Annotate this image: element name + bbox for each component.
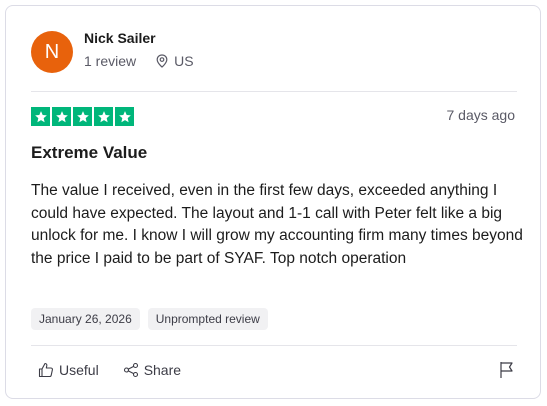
useful-button[interactable]: Useful [38, 362, 99, 378]
star-icon [31, 107, 50, 126]
divider [31, 91, 517, 92]
review-title[interactable]: Extreme Value [31, 143, 147, 163]
share-icon [123, 362, 138, 378]
review-relative-date: 7 days ago [446, 107, 516, 123]
unprompted-review-badge[interactable]: Unprompted review [147, 308, 268, 330]
review-body: The value I received, even in the first … [31, 182, 523, 267]
thumbs-up-icon [38, 362, 53, 378]
flag-icon [500, 362, 513, 378]
divider [31, 345, 517, 346]
avatar-initial: N [44, 40, 60, 63]
review-actions: Useful Share [38, 362, 181, 378]
review-count: 1 review [84, 53, 137, 69]
reviewer-name[interactable]: Nick Sailer [84, 30, 156, 46]
report-button[interactable] [499, 361, 515, 384]
reviewer-location: US [156, 53, 194, 69]
location-pin-icon [156, 54, 168, 68]
share-label: Share [143, 362, 182, 378]
star-icon [73, 107, 92, 126]
review-card: N Nick Sailer 1 review US 7 days ago Ext… [5, 5, 541, 399]
useful-label: Useful [59, 362, 99, 378]
date-of-experience-badge: January 26, 2026 [31, 308, 140, 330]
star-rating [31, 107, 134, 126]
share-button[interactable]: Share [123, 362, 181, 378]
avatar[interactable]: N [31, 31, 73, 73]
star-icon [94, 107, 113, 126]
star-icon [52, 107, 71, 126]
star-icon [115, 107, 134, 126]
reviewer-meta: 1 review US [84, 53, 194, 69]
country-code: US [174, 53, 194, 69]
review-tags: January 26, 2026 Unprompted review [31, 308, 268, 330]
